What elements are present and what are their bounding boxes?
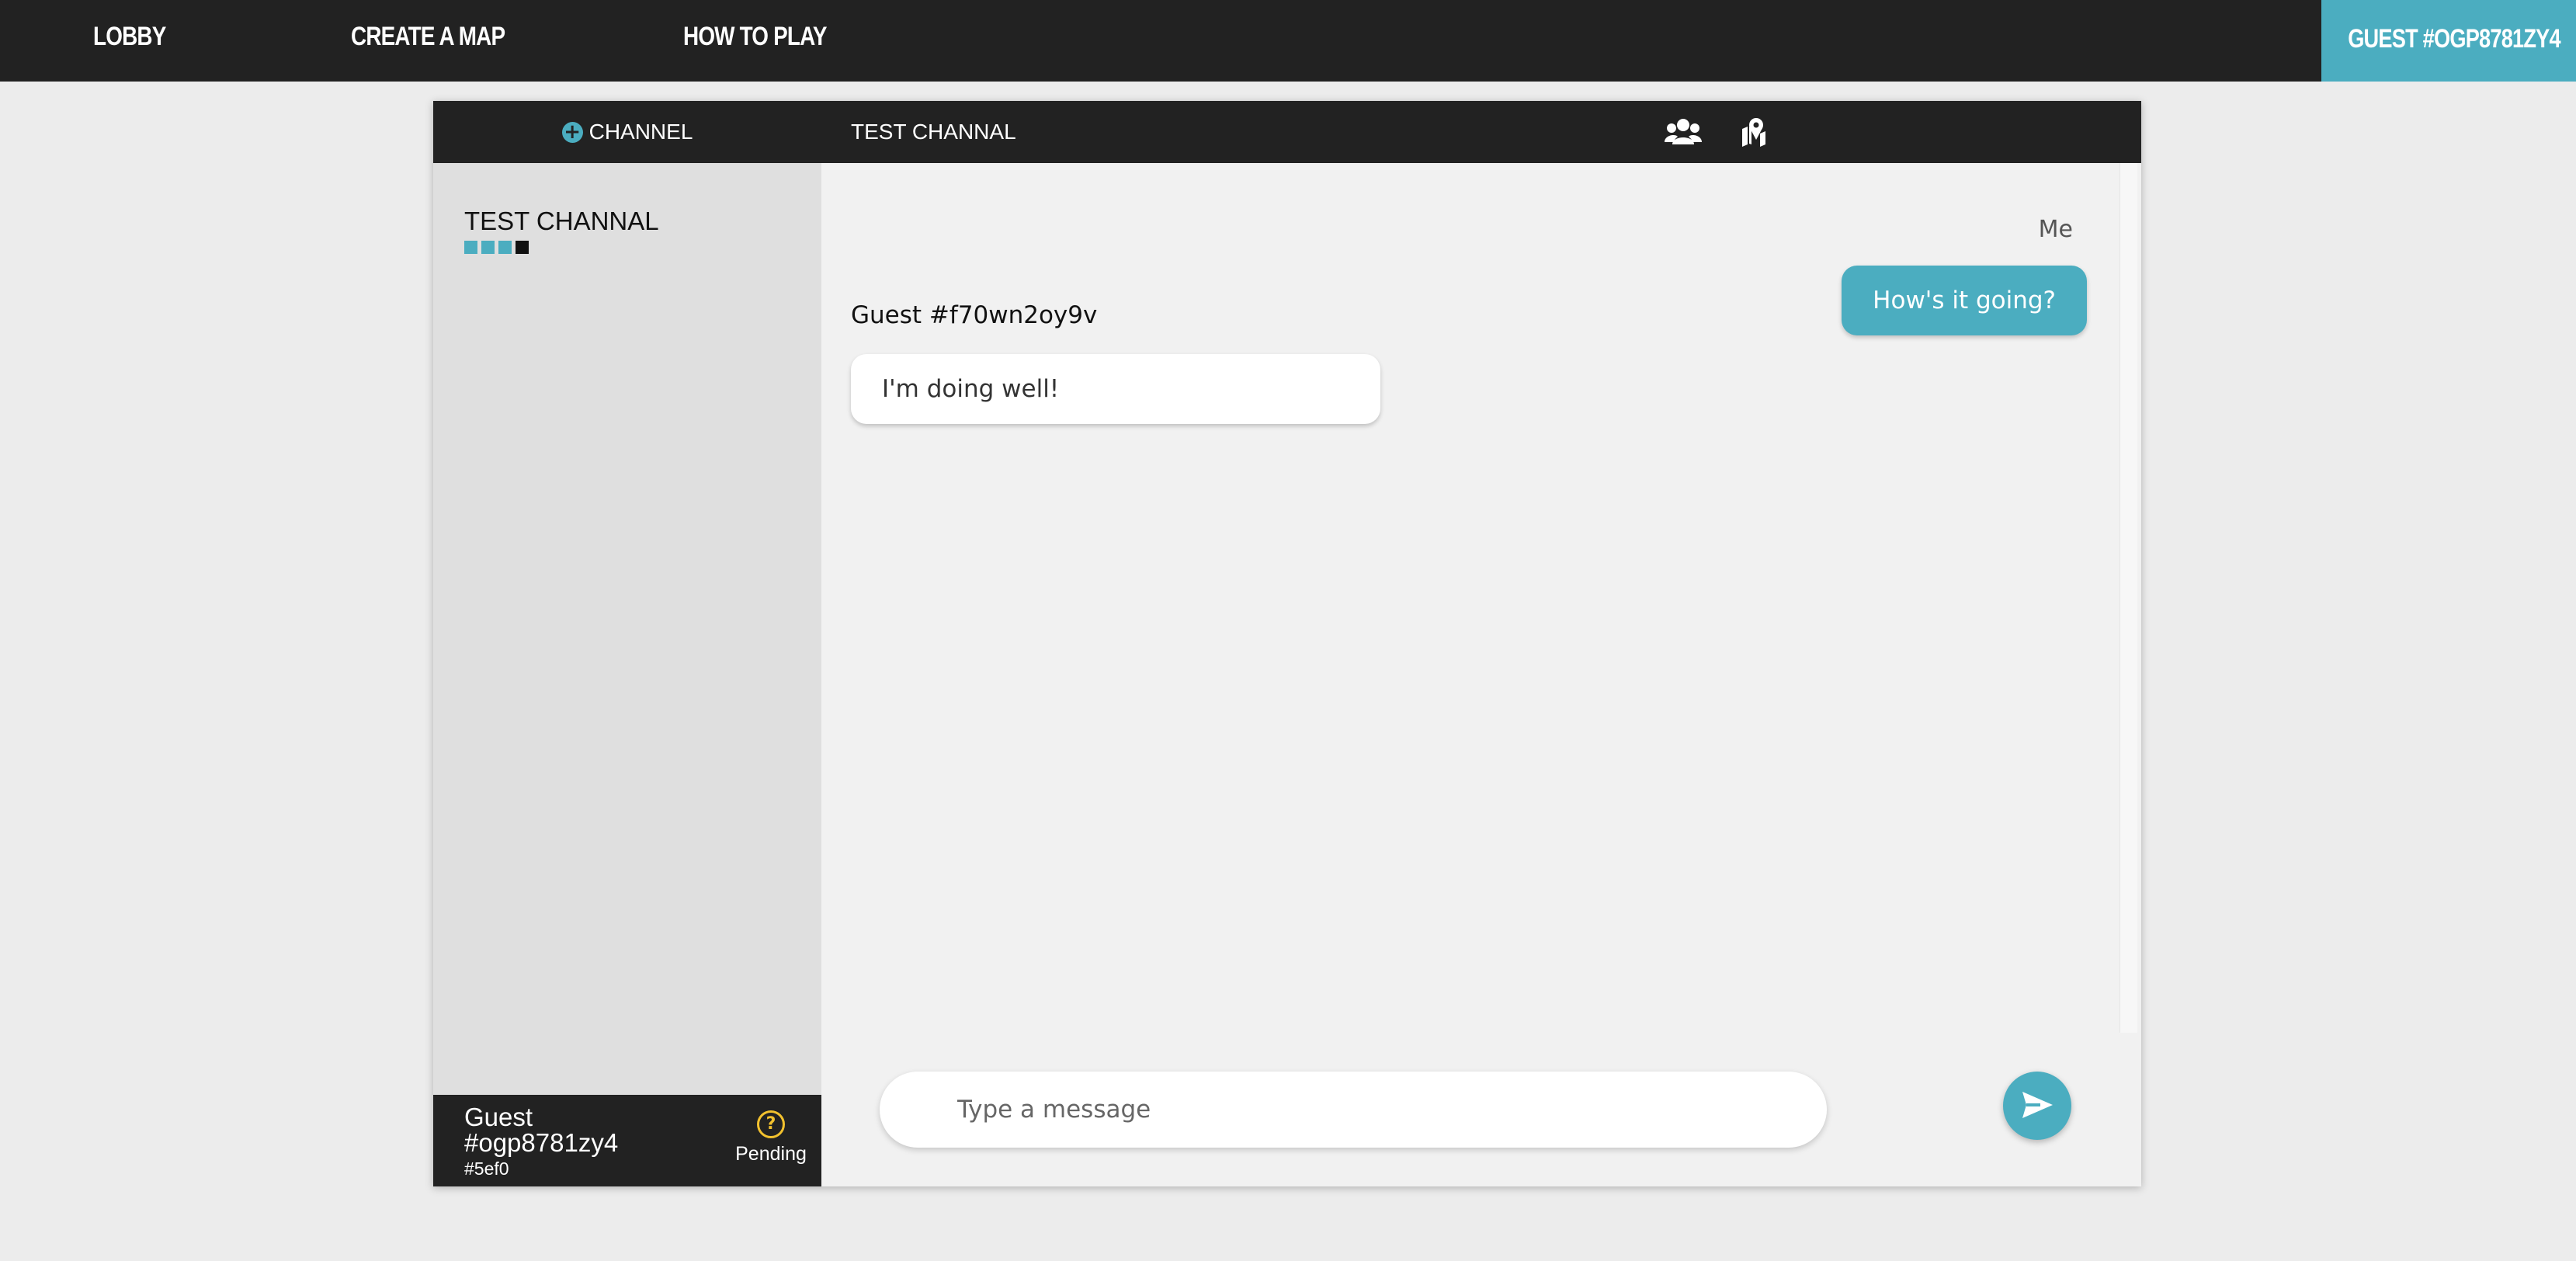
message-bubble-other: I'm doing well! [851,354,1380,424]
map-icon[interactable] [1741,116,1767,151]
nav-create-map[interactable]: CREATE A MAP [351,0,505,74]
status-indicator[interactable]: ? Pending [728,1110,814,1165]
nav-how-to-play[interactable]: HOW TO PLAY [683,0,827,74]
add-channel-button[interactable]: + CHANNEL [433,101,821,163]
message-sender: Guest #f70wn2oy9v [851,301,1098,329]
nav-lobby[interactable]: LOBBY [93,0,166,74]
message-scrollbar[interactable] [2119,163,2137,1033]
users-icon[interactable] [1665,116,1702,151]
send-button[interactable] [2003,1072,2071,1140]
top-nav: LOBBY CREATE A MAP HOW TO PLAY GUEST #OG… [0,0,2576,82]
member-dot [498,241,512,254]
nav-user-button[interactable]: GUEST #OGP8781ZY4 [2321,0,2576,82]
send-icon [2020,1089,2054,1123]
nav-user-label: GUEST #OGP8781ZY4 [2348,24,2560,54]
channel-item[interactable]: TEST CHANNAL [464,207,659,254]
channel-name: TEST CHANNAL [464,207,659,235]
message-sender-me: Me [2038,216,2073,243]
chat-panel: + CHANNEL TEST CHANNAL Guest #ogp8781zy4… [433,101,2141,1186]
message-input[interactable] [880,1072,1827,1148]
channel-sidebar: + CHANNEL TEST CHANNAL Guest #ogp8781zy4… [433,101,821,1186]
message-list[interactable]: Me How's it going? Guest #f70wn2oy9v I'm… [821,163,2119,1056]
user-bar: Guest #ogp8781zy4 #5ef0 ? Pending [433,1095,821,1186]
question-circle-icon: ? [757,1110,785,1138]
user-tag: #5ef0 [464,1159,509,1179]
member-dot [516,241,529,254]
message-bubble-mine: How's it going? [1842,266,2087,335]
member-dot [481,241,495,254]
member-dot [464,241,477,254]
chat-title: TEST CHANNAL [851,120,1016,144]
channel-member-dots [464,241,659,254]
status-label: Pending [735,1143,807,1165]
chat-header: TEST CHANNAL [821,101,2141,163]
user-name: Guest #ogp8781zy4 [464,1103,619,1157]
plus-circle-icon: + [561,121,583,143]
add-channel-label: CHANNEL [588,120,693,144]
